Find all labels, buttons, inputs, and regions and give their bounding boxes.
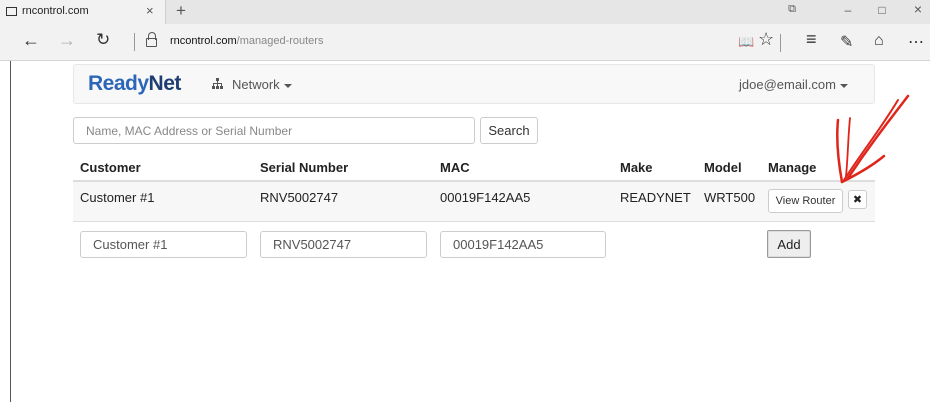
remove-router-button[interactable]: ✖ [848,190,867,209]
add-mac-input[interactable] [440,231,606,258]
tab-title: rncontrol.com [22,5,89,17]
window-left-border [10,61,11,402]
header-serial-number: Serial Number [260,160,349,175]
header-make: Make [620,160,653,175]
search-input[interactable] [73,117,475,144]
add-customer-input[interactable] [80,231,247,258]
more-icon[interactable]: ⋯ [908,32,924,52]
page-icon [6,7,17,16]
network-menu[interactable]: Network [232,77,292,92]
media-icon[interactable]: ⧉ [784,3,800,16]
user-menu[interactable]: jdoe@email.com [739,77,848,92]
share-icon[interactable]: ⌂ [874,32,884,50]
forward-icon[interactable]: → [58,30,76,51]
sitemap-icon [212,78,223,89]
add-router-button[interactable]: Add [767,230,811,258]
search-button[interactable]: Search [480,117,538,144]
toolbar-separator [780,34,781,52]
add-serial-number-input[interactable] [260,231,427,258]
header-model: Model [704,160,742,175]
header-manage: Manage [768,160,817,175]
cell-model: WRT500 [704,190,756,205]
web-note-icon[interactable]: ✎ [840,32,853,52]
cell-mac: 00019F142AA5 [440,190,531,205]
network-label: Network [232,77,280,92]
lock-icon [146,32,157,47]
view-router-button[interactable]: View Router [768,189,843,213]
reading-view-icon[interactable]: 📖 [738,34,754,50]
address-separator [134,33,135,51]
address-url[interactable]: rncontrol.com/managed-routers [170,35,323,47]
cell-customer: Customer #1 [80,190,155,205]
favorite-star-icon[interactable]: ☆ [758,29,774,50]
cell-make: READYNET [620,190,691,205]
url-path: /managed-routers [236,35,324,47]
maximize-icon[interactable]: □ [874,3,890,17]
minimize-icon[interactable]: – [840,3,856,17]
header-customer: Customer [80,160,141,175]
app-navbar: ReadyNet Network jdoe@email.com [73,64,875,104]
caret-down-icon [283,83,292,88]
caret-down-icon [840,83,848,88]
window-close-icon[interactable]: × [910,1,926,17]
brand-logo[interactable]: ReadyNet [88,72,181,96]
hub-icon[interactable]: ≡ [806,29,817,50]
header-mac: MAC [440,160,470,175]
cell-serial-number: RNV5002747 [260,190,339,205]
brand-ready: Ready [88,72,149,95]
tab-close-icon[interactable]: × [146,3,154,18]
browser-tab-bar: rncontrol.com × + ⧉ – □ × [0,0,930,24]
refresh-icon[interactable]: ↻ [96,30,110,50]
url-domain: rncontrol.com [170,35,237,47]
back-icon[interactable]: ← [22,30,40,51]
browser-address-bar: ← → ↻ rncontrol.com/managed-routers 📖 ☆ … [0,24,930,61]
user-email: jdoe@email.com [738,77,836,92]
new-tab-icon[interactable]: + [176,1,186,21]
brand-net: Net [148,72,182,95]
browser-tab[interactable]: rncontrol.com × [0,0,166,24]
